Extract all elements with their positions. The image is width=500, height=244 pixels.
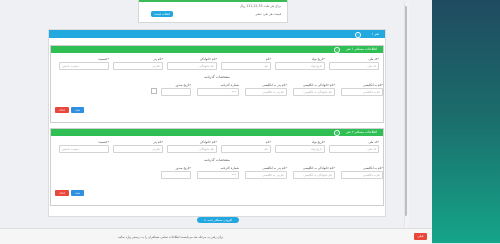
gender-field: جنسیت* جنسیت نامعین bbox=[59, 140, 109, 153]
father-name-input[interactable]: نام پدر bbox=[113, 145, 163, 153]
gender-select[interactable]: جنسیت نامعین bbox=[59, 145, 109, 153]
passengers-panel-header: i نفر ۱ bbox=[49, 30, 385, 38]
passport-info-row: نام به انگلیسی* نام به انگلیسی نام خانوا… bbox=[143, 166, 383, 179]
passenger-card-header: i اطلاعات مسافر ۲ نفر bbox=[51, 129, 383, 137]
field-label: تاریخ تولد* bbox=[311, 57, 325, 61]
field-label: نام پدر* bbox=[153, 140, 163, 144]
price-line: برای هر ملت 111,22,33 ریال bbox=[239, 4, 281, 8]
national-code-field: کد ملی* کد ملی bbox=[329, 57, 379, 70]
field-label: شماره گذرنامه bbox=[220, 166, 239, 170]
birth-date-field: تاریخ تولد* تاریخ تولد bbox=[275, 57, 325, 70]
english-last-name-input[interactable]: نام خانوادگی به انگلیسی bbox=[293, 88, 335, 96]
field-label: کد ملی* bbox=[368, 57, 379, 61]
field-label: نام خانوادگی به انگلیسی* bbox=[302, 83, 335, 87]
passengers-panel-title: نفر ۱ bbox=[371, 31, 379, 36]
field-label: نام به انگلیسی* bbox=[363, 166, 383, 170]
english-last-name-field: نام خانوادگی به انگلیسی* نام خانوادگی به… bbox=[293, 166, 335, 179]
english-name-input[interactable]: نام به انگلیسی bbox=[341, 88, 383, 96]
issue-date-input[interactable] bbox=[161, 88, 191, 96]
field-label: تاریخ صدور* bbox=[175, 166, 191, 170]
delete-passenger-button[interactable]: حذف bbox=[55, 190, 69, 196]
field-label: تاریخ تولد* bbox=[311, 140, 325, 144]
passenger-card-1: i اطلاعات مسافر ۱ نفر کد ملی* کد ملی تار… bbox=[50, 45, 384, 123]
last-name-field: نام خانوادگی* نام خانوادگی bbox=[167, 57, 217, 70]
personal-info-row: کد ملی* کد ملی تاریخ تولد* تاریخ تولد نا… bbox=[53, 140, 379, 153]
passport-number-field: شماره گذرنامه *** bbox=[197, 166, 239, 179]
scrollbar-thumb[interactable] bbox=[405, 6, 407, 216]
first-name-input[interactable]: نام bbox=[221, 62, 271, 70]
delete-passenger-button[interactable]: حذف bbox=[55, 107, 69, 113]
gender-field: جنسیت* جنسیت نامعین bbox=[59, 57, 109, 70]
choose-price-button[interactable]: انتخاب قیمت bbox=[151, 11, 173, 17]
field-label: نام پدر به انگلیسی* bbox=[262, 166, 287, 170]
price-summary-card: برای هر ملت 111,22,33 ریال قیمت هر نفر: … bbox=[138, 0, 288, 23]
first-name-field: نام* نام bbox=[221, 140, 271, 153]
last-name-input[interactable]: نام خانوادگی bbox=[167, 145, 217, 153]
issue-date-input[interactable] bbox=[161, 171, 191, 179]
last-name-input[interactable]: نام خانوادگی bbox=[167, 62, 217, 70]
previous-button[interactable]: قبلی bbox=[414, 232, 427, 240]
info-circle-icon: i bbox=[334, 130, 340, 137]
passenger-card-title: اطلاعات مسافر ۱ نفر bbox=[346, 47, 377, 52]
issue-date-checkbox[interactable] bbox=[151, 88, 157, 94]
father-name-input[interactable]: نام پدر bbox=[113, 62, 163, 70]
first-name-field: نام* نام bbox=[221, 57, 271, 70]
english-father-name-field: نام پدر به انگلیسی* نام پدر به انگلیسی bbox=[245, 83, 287, 96]
passenger-card-2: i اطلاعات مسافر ۲ نفر کد ملی* کد ملی تار… bbox=[50, 128, 384, 206]
national-code-input[interactable]: کد ملی bbox=[329, 145, 379, 153]
field-label: نام خانوادگی به انگلیسی* bbox=[302, 166, 335, 170]
field-label: شماره گذرنامه bbox=[220, 83, 239, 87]
personal-info-row: کد ملی* کد ملی تاریخ تولد* تاریخ تولد نا… bbox=[53, 57, 379, 70]
footer-notice: برای رفتن به مرحله بعد می‌بایست اطلاعات … bbox=[118, 234, 224, 239]
field-label: نام* bbox=[265, 140, 271, 144]
passport-number-input[interactable]: *** bbox=[197, 88, 239, 96]
english-name-input[interactable]: نام به انگلیسی bbox=[341, 171, 383, 179]
english-last-name-field: نام خانوادگی به انگلیسی* نام خانوادگی به… bbox=[293, 83, 335, 96]
english-father-name-field: نام پدر به انگلیسی* نام پدر به انگلیسی bbox=[245, 166, 287, 179]
save-passenger-button[interactable]: ثبت bbox=[71, 190, 84, 196]
save-passenger-button[interactable]: ثبت bbox=[71, 107, 84, 113]
last-name-field: نام خانوادگی* نام خانوادگی bbox=[167, 140, 217, 153]
passport-number-input[interactable]: *** bbox=[197, 171, 239, 179]
info-circle-icon: i bbox=[355, 31, 361, 38]
issue-date-field: تاریخ صدور* bbox=[161, 166, 191, 179]
passport-section-title: مشخصات گذرنامه bbox=[204, 75, 230, 79]
field-label: نام خانوادگی* bbox=[199, 57, 217, 61]
issue-date-field: تاریخ صدور* bbox=[161, 83, 191, 96]
card-accent-bar bbox=[139, 0, 287, 2]
national-code-field: کد ملی* کد ملی bbox=[329, 140, 379, 153]
info-circle-icon: i bbox=[334, 47, 340, 54]
passenger-card-title: اطلاعات مسافر ۲ نفر bbox=[346, 130, 377, 135]
english-name-field: نام به انگلیسی* نام به انگلیسی bbox=[341, 83, 383, 96]
field-label: نام* bbox=[265, 57, 271, 61]
add-passenger-button[interactable]: + افزودن مسافر جدید bbox=[197, 217, 239, 223]
english-father-name-input[interactable]: نام پدر به انگلیسی bbox=[245, 88, 287, 96]
passenger-card-header: i اطلاعات مسافر ۱ نفر bbox=[51, 46, 383, 54]
national-code-input[interactable]: کد ملی bbox=[329, 62, 379, 70]
footer-bar: برای رفتن به مرحله بعد می‌بایست اطلاعات … bbox=[0, 228, 432, 244]
field-label: جنسیت* bbox=[98, 57, 109, 61]
birth-date-input[interactable]: تاریخ تولد bbox=[275, 145, 325, 153]
field-label: تاریخ صدور* bbox=[175, 83, 191, 87]
field-label: کد ملی* bbox=[368, 140, 379, 144]
passport-number-field: شماره گذرنامه *** bbox=[197, 83, 239, 96]
field-label: نام به انگلیسی* bbox=[363, 83, 383, 87]
birth-date-input[interactable]: تاریخ تولد bbox=[275, 62, 325, 70]
field-label: جنسیت* bbox=[98, 140, 109, 144]
english-last-name-input[interactable]: نام خانوادگی به انگلیسی bbox=[293, 171, 335, 179]
field-label: نام پدر به انگلیسی* bbox=[262, 83, 287, 87]
english-father-name-input[interactable]: نام پدر به انگلیسی bbox=[245, 171, 287, 179]
birth-date-field: تاریخ تولد* تاریخ تولد bbox=[275, 140, 325, 153]
father-name-field: نام پدر* نام پدر bbox=[113, 140, 163, 153]
field-label: نام خانوادگی* bbox=[199, 140, 217, 144]
passport-info-row: نام به انگلیسی* نام به انگلیسی نام خانوا… bbox=[143, 83, 383, 96]
gender-select[interactable]: جنسیت نامعین bbox=[59, 62, 109, 70]
father-name-field: نام پدر* نام پدر bbox=[113, 57, 163, 70]
field-label: نام پدر* bbox=[153, 57, 163, 61]
english-name-field: نام به انگلیسی* نام به انگلیسی bbox=[341, 166, 383, 179]
price-per-person: قیمت هر نفر: صفر bbox=[255, 12, 281, 16]
sidebar-panel bbox=[432, 0, 500, 243]
passport-section-title: مشخصات گذرنامه bbox=[204, 158, 230, 162]
first-name-input[interactable]: نام bbox=[221, 145, 271, 153]
